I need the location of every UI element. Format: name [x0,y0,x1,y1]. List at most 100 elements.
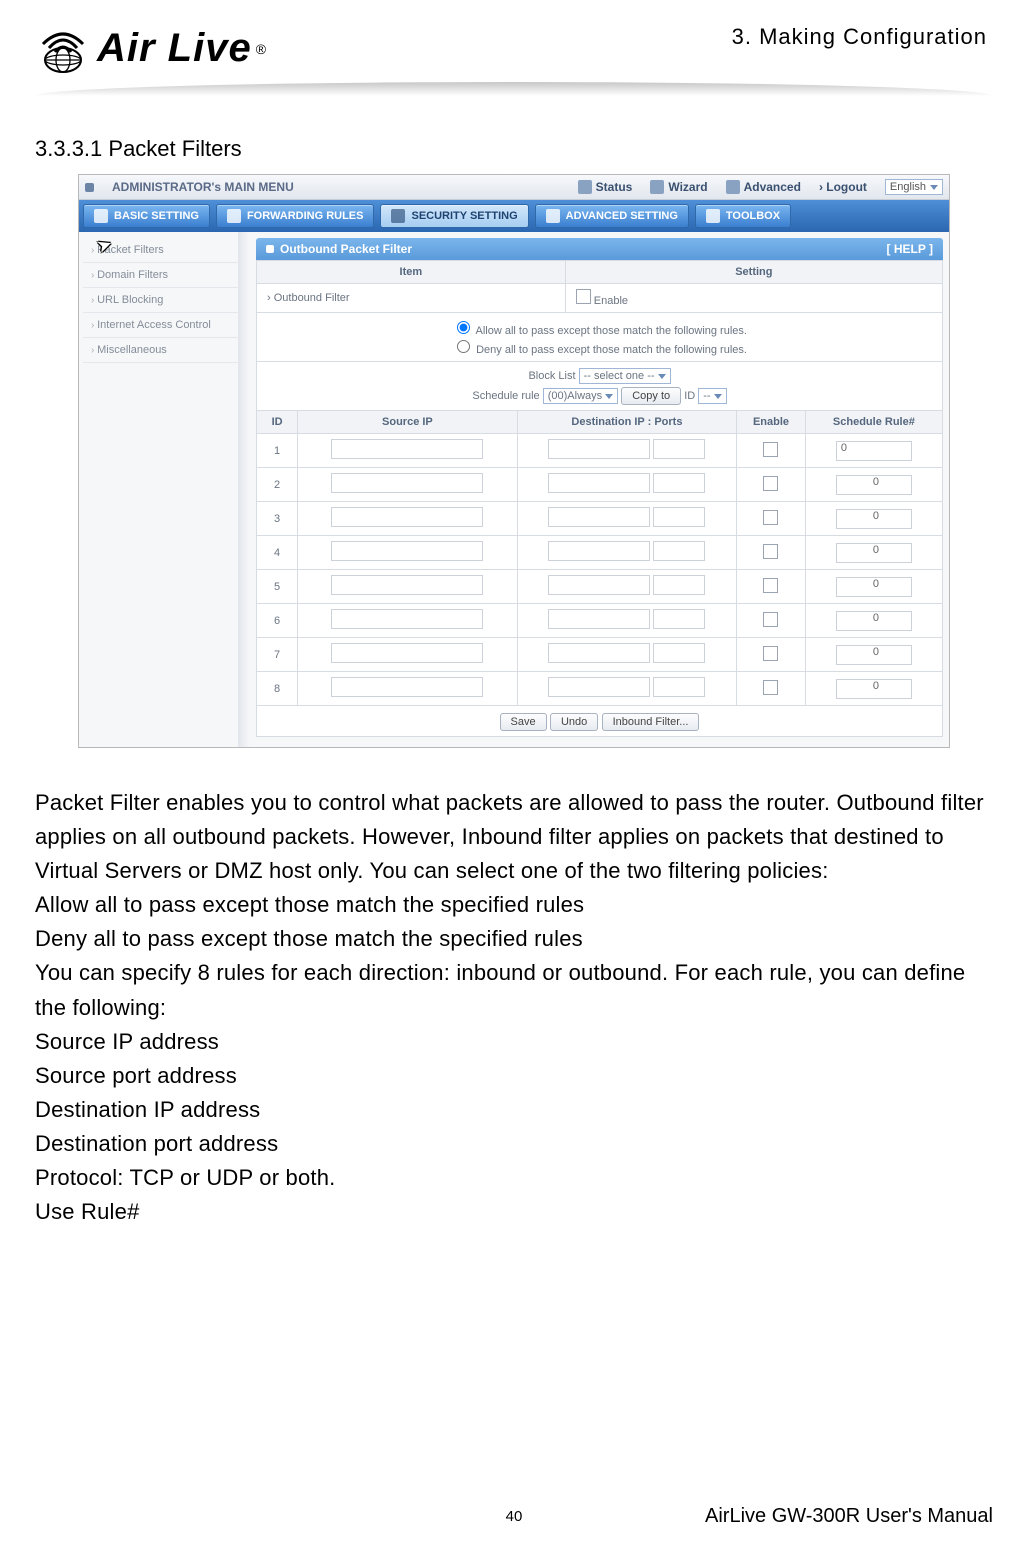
col-setting: Setting [565,261,942,284]
schedule-rule-input[interactable]: 0 [836,475,912,495]
schedule-rule-input[interactable]: 0 [836,543,912,563]
schedule-rule-select[interactable]: (00)Always [543,388,618,404]
settings-table: Item Setting › Outbound Filter Enable Al… [256,260,943,411]
sidebar-item-internet-access-control[interactable]: Internet Access Control [83,313,238,338]
dest-ip-input[interactable] [548,439,650,459]
rule-row: 4 0 [257,536,943,570]
rule-row: 8 0 [257,672,943,706]
sidebar-item-url-blocking[interactable]: URL Blocking [83,288,238,313]
dest-ip-input[interactable] [548,575,650,595]
radio-deny[interactable] [457,340,470,353]
schedule-rule-input[interactable]: 0 [836,441,912,461]
source-ip-input[interactable] [331,575,483,595]
body-text: Packet Filter enables you to control wha… [35,786,993,1229]
tab-basic-setting[interactable]: BASIC SETTING [83,204,210,228]
source-ip-input[interactable] [331,643,483,663]
schedule-rule-input[interactable]: 0 [836,577,912,597]
schedule-rule-label: Schedule rule [472,390,539,402]
body-paragraph: Source port address [35,1059,993,1093]
tab-icon [706,209,720,223]
dest-ip-input[interactable] [548,473,650,493]
sidebar-item-domain-filters[interactable]: Domain Filters [83,263,238,288]
rule-enable-checkbox[interactable] [763,476,778,491]
schedule-rule-input[interactable]: 0 [836,645,912,665]
nav-status[interactable]: Status [578,180,633,194]
rule-row: 1 0 [257,434,943,468]
language-select[interactable]: English [885,179,943,195]
help-link[interactable]: [ HELP ] [887,242,933,256]
chevron-down-icon [658,374,666,379]
rule-row: 6 0 [257,604,943,638]
rule-enable-checkbox[interactable] [763,510,778,525]
rule-enable-checkbox[interactable] [763,646,778,661]
body-paragraph: Deny all to pass except those match the … [35,922,993,956]
block-list-select[interactable]: -- select one -- [579,368,671,384]
tab-security-setting[interactable]: SECURITY SETTING [380,204,528,228]
body-paragraph: Protocol: TCP or UDP or both. [35,1161,993,1195]
tab-forwarding-rules[interactable]: FORWARDING RULES [216,204,375,228]
dest-ip-input[interactable] [548,643,650,663]
brand-logo: Air Live® [35,20,266,76]
status-icon [578,180,592,194]
rule-enable-checkbox[interactable] [763,442,778,457]
col-dest-ip-ports: Destination IP : Ports [517,411,737,434]
schedule-rule-input[interactable]: 0 [836,611,912,631]
nav-wizard[interactable]: Wizard [650,180,707,194]
source-ip-input[interactable] [331,541,483,561]
section-heading: 3.3.3.1 Packet Filters [35,136,993,162]
dest-port-input[interactable] [653,507,705,527]
nav-logout[interactable]: › Logout [819,180,867,194]
save-button[interactable]: Save [500,713,547,731]
radio-allow-label: Allow all to pass except those match the… [475,325,746,337]
tab-icon [391,209,405,223]
dest-port-input[interactable] [653,541,705,561]
page-footer: 40 AirLive GW-300R User's Manual [35,1505,993,1528]
rule-enable-checkbox[interactable] [763,612,778,627]
rule-enable-checkbox[interactable] [763,578,778,593]
tab-icon [94,209,108,223]
undo-button[interactable]: Undo [550,713,598,731]
body-paragraph: Allow all to pass except those match the… [35,888,993,922]
dest-ip-input[interactable] [548,541,650,561]
copy-to-button[interactable]: Copy to [621,387,681,405]
nav-advanced[interactable]: Advanced [726,180,801,194]
dest-port-input[interactable] [653,677,705,697]
radio-allow[interactable] [457,321,470,334]
dest-port-input[interactable] [653,575,705,595]
source-ip-input[interactable] [331,507,483,527]
copy-to-id-select[interactable]: -- [698,388,726,404]
source-ip-input[interactable] [331,473,483,493]
col-item: Item [257,261,566,284]
admin-topbar: ADMINISTRATOR's MAIN MENU Status Wizard … [79,175,949,200]
rules-table: ID Source IP Destination IP : Ports Enab… [256,410,943,706]
enable-checkbox[interactable] [576,289,591,304]
rule-row: 3 0 [257,502,943,536]
tab-icon [227,209,241,223]
schedule-rule-input[interactable]: 0 [836,509,912,529]
chevron-down-icon [714,394,722,399]
dest-port-input[interactable] [653,609,705,629]
tab-toolbox[interactable]: TOOLBOX [695,204,791,228]
col-source-ip: Source IP [298,411,518,434]
source-ip-input[interactable] [331,609,483,629]
sidebar-item-miscellaneous[interactable]: Miscellaneous [83,338,238,363]
schedule-rule-input[interactable]: 0 [836,679,912,699]
dest-port-input[interactable] [653,473,705,493]
dest-ip-input[interactable] [548,609,650,629]
col-enable: Enable [737,411,806,434]
dest-ip-input[interactable] [548,677,650,697]
panel-title-bar: Outbound Packet Filter [ HELP ] [256,238,943,260]
source-ip-input[interactable] [331,677,483,697]
tab-advanced-setting[interactable]: ADVANCED SETTING [535,204,689,228]
rule-enable-checkbox[interactable] [763,680,778,695]
source-ip-input[interactable] [331,439,483,459]
rule-enable-checkbox[interactable] [763,544,778,559]
dest-ip-input[interactable] [548,507,650,527]
main-tab-strip: BASIC SETTING FORWARDING RULES SECURITY … [79,200,949,232]
body-paragraph: Destination IP address [35,1093,993,1127]
row-outbound-filter-label: › Outbound Filter [257,284,566,313]
dest-port-input[interactable] [653,439,705,459]
inbound-filter-button[interactable]: Inbound Filter... [602,713,700,731]
dest-port-input[interactable] [653,643,705,663]
router-ui-screenshot: ➤ ADMINISTRATOR's MAIN MENU Status Wizar… [78,174,950,748]
